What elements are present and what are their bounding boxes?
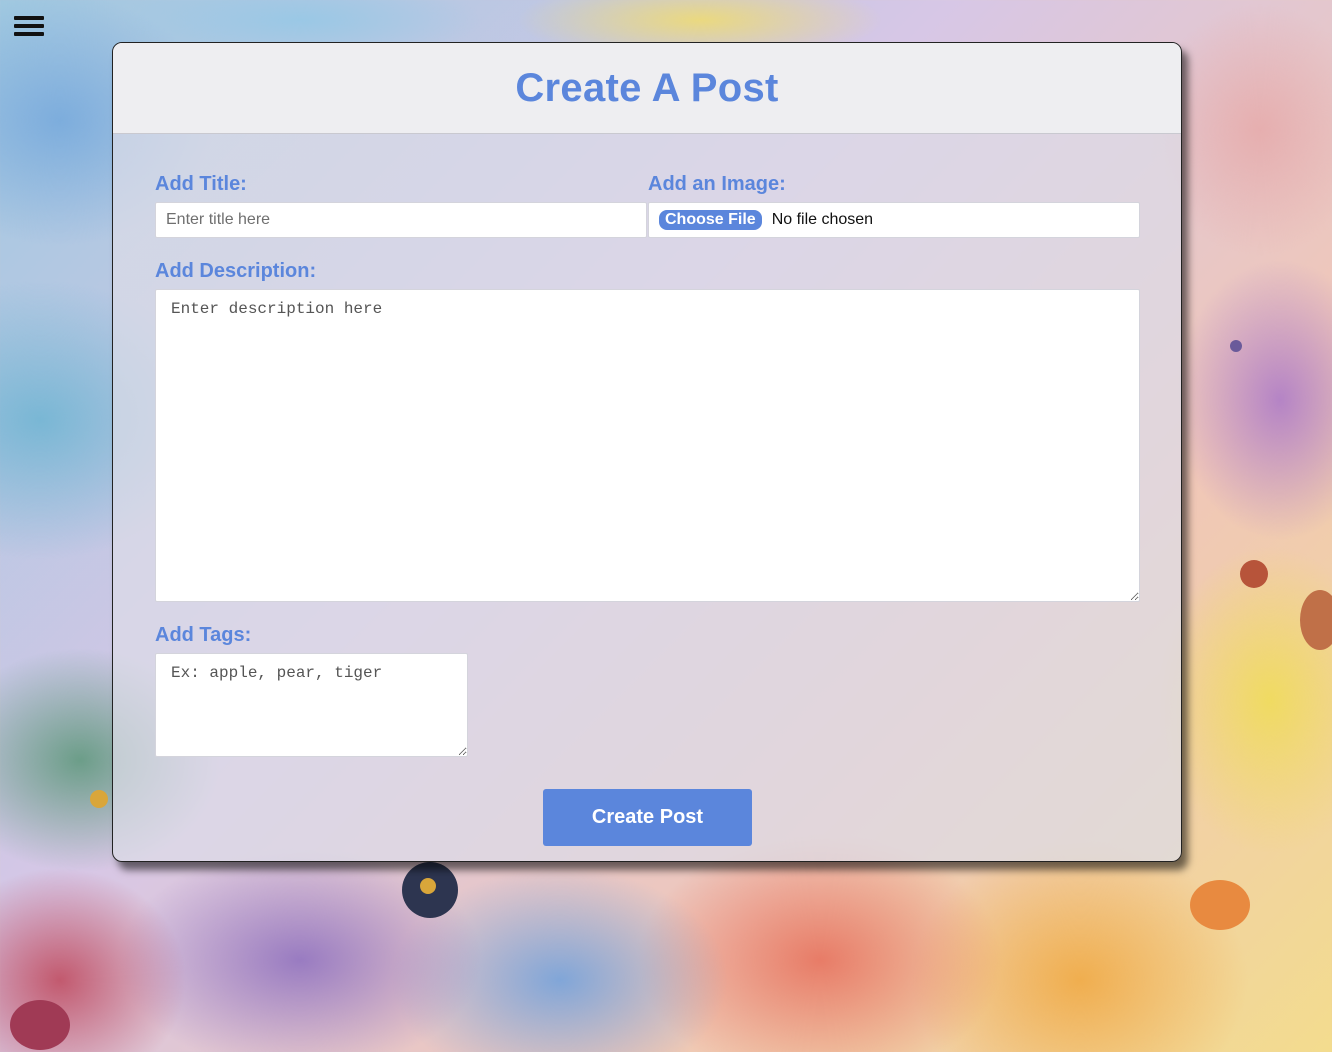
background-splat <box>90 790 108 808</box>
tags-textarea[interactable] <box>155 653 468 757</box>
background-splat <box>1240 560 1268 588</box>
background-splat <box>10 1000 70 1050</box>
description-label: Add Description: <box>155 260 317 282</box>
background-splat <box>420 878 436 894</box>
choose-file-button[interactable]: Choose File <box>659 210 762 230</box>
image-label: Add an Image: <box>648 173 786 195</box>
create-post-button[interactable]: Create Post <box>543 789 752 846</box>
menu-bar <box>14 24 44 28</box>
background-splat <box>1230 340 1242 352</box>
title-input[interactable] <box>155 202 647 238</box>
description-textarea[interactable] <box>155 289 1140 602</box>
hamburger-menu-icon[interactable] <box>14 16 44 40</box>
image-file-input[interactable]: Choose File No file chosen <box>648 202 1140 238</box>
title-label: Add Title: <box>155 173 247 195</box>
menu-bar <box>14 32 44 36</box>
tags-label: Add Tags: <box>155 624 252 646</box>
background-splat <box>1190 880 1250 930</box>
menu-bar <box>14 16 44 20</box>
card-header: Create A Post <box>113 43 1181 134</box>
background-splat <box>1300 590 1332 650</box>
file-status-text: No file chosen <box>771 211 874 228</box>
create-post-card: Create A Post Add Title: Add an Image: C… <box>112 42 1182 862</box>
page-title: Create A Post <box>515 65 779 110</box>
